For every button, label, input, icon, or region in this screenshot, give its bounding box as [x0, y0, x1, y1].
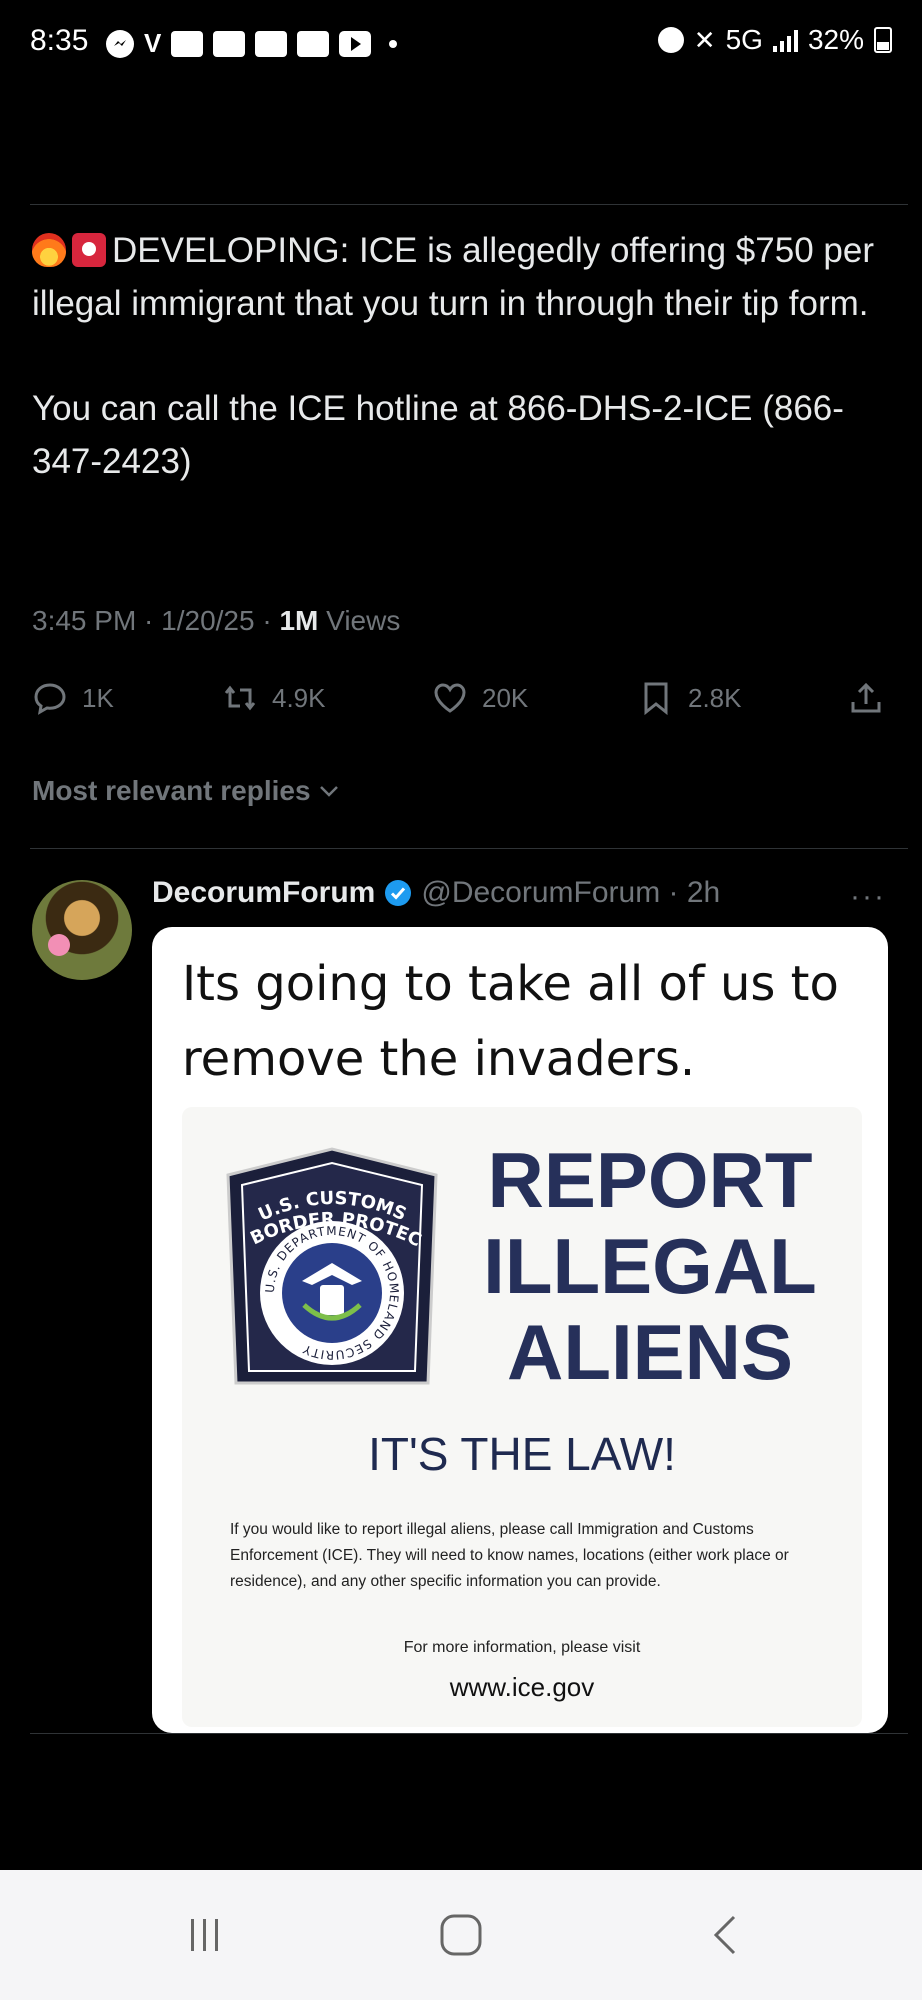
poster-body-text: If you would like to report illegal alie… [230, 1521, 789, 1590]
siren-emoji-icon [72, 233, 106, 267]
tweet-paragraph-2: You can call the ICE hotline at 866-DHS-… [32, 389, 844, 481]
repost-count: 4.9K [272, 682, 326, 713]
poster-title-line-1: REPORT [487, 1136, 813, 1224]
tweet-views-label: Views [318, 605, 401, 636]
recent-apps-icon [191, 1919, 218, 1951]
network-type: 5G [725, 24, 763, 55]
fire-emoji-icon [32, 233, 66, 267]
reply-button[interactable]: 1K [32, 680, 114, 716]
reply-author-name[interactable]: DecorumForum [152, 876, 375, 910]
poster-website: www.ice.gov [449, 1672, 595, 1702]
samsung-box-icon [213, 30, 246, 57]
status-bar: 8:35 V ✕ 5G 32% [0, 0, 922, 86]
replies-sort-dropdown[interactable]: Most relevant replies [32, 775, 341, 807]
bookmark-count: 2.8K [688, 682, 742, 713]
android-navigation-bar [0, 1870, 922, 2000]
bookmark-icon [644, 682, 668, 716]
replies-sort-label: Most relevant replies [32, 775, 311, 806]
poster-law-text: IT'S THE LAW! [368, 1428, 676, 1480]
v-icon: V [144, 28, 162, 58]
divider [30, 204, 908, 205]
notification-icons: V [106, 28, 398, 59]
poster-title-line-2: ILLEGAL [483, 1222, 817, 1310]
tweet-timestamp[interactable]: 3:45 PM · 1/20/25 · [32, 605, 279, 636]
like-button[interactable]: 20K [432, 680, 528, 716]
avatar[interactable] [32, 880, 132, 980]
status-time: 8:35 [30, 24, 89, 57]
reply-image-quote: Its going to take all of us to remove th… [182, 956, 839, 1087]
share-icon [851, 682, 881, 713]
more-options-icon[interactable]: ··· [850, 880, 886, 914]
report-poster: U.S. CUSTOMS AND BORDER PROTECTION U.S. … [182, 1107, 862, 1727]
signal-icon [772, 28, 798, 52]
mute-icon: ✕ [693, 24, 716, 55]
share-button[interactable] [848, 680, 884, 716]
repost-button[interactable]: 4.9K [222, 680, 326, 716]
divider [30, 1733, 908, 1734]
divider [30, 848, 908, 849]
repost-icon [224, 685, 256, 711]
messenger-icon [106, 29, 134, 58]
chevron-down-icon [319, 786, 338, 797]
poster-title-line-3: ALIENS [506, 1308, 794, 1396]
tweet-body: DEVELOPING: ICE is allegedly offering $7… [32, 224, 892, 540]
reply-handle[interactable]: @DecorumForum · 2h [421, 876, 720, 910]
alarm-icon [657, 27, 684, 53]
tweet-line-1: DEVELOPING: ICE is allegedly offering $7… [32, 231, 874, 323]
youtube-icon [339, 30, 372, 57]
samsung-box-icon [297, 30, 330, 57]
cbp-badge-icon: U.S. CUSTOMS AND BORDER PROTECTION U.S. … [218, 1145, 438, 1385]
home-button[interactable] [436, 1910, 486, 1960]
reply-icon [34, 683, 66, 715]
battery-icon [874, 27, 892, 53]
poster-more-info: For more information, please visit [403, 1639, 641, 1656]
bookmark-button[interactable]: 2.8K [638, 680, 742, 716]
tweet-meta: 3:45 PM · 1/20/25 · 1M Views [32, 605, 400, 637]
samsung-box-icon [171, 30, 204, 57]
poster-title: REPORT ILLEGAL ALIENS [460, 1137, 840, 1395]
notification-dot-icon [389, 39, 398, 48]
system-indicators: ✕ 5G 32% [657, 24, 892, 56]
reply-image[interactable]: Its going to take all of us to remove th… [152, 927, 888, 1733]
verified-badge-icon [385, 880, 412, 906]
samsung-box-icon [255, 30, 288, 57]
tweet-views-count: 1M [279, 605, 319, 636]
recent-apps-button[interactable] [180, 1910, 230, 1960]
reply-count: 1K [82, 682, 114, 713]
reply-header: DecorumForum @DecorumForum · 2h [152, 876, 720, 910]
heart-icon [434, 683, 466, 713]
back-icon [713, 1915, 736, 1955]
tweet-paragraph-1: DEVELOPING: ICE is allegedly offering $7… [32, 224, 892, 330]
home-icon [440, 1914, 482, 1956]
tweet-actions: 1K 4.9K 20K 2.8K [32, 680, 888, 724]
battery-percent: 32% [807, 24, 864, 55]
back-button[interactable] [700, 1910, 750, 1960]
like-count: 20K [482, 682, 529, 713]
gum-bubble-icon [48, 934, 70, 956]
